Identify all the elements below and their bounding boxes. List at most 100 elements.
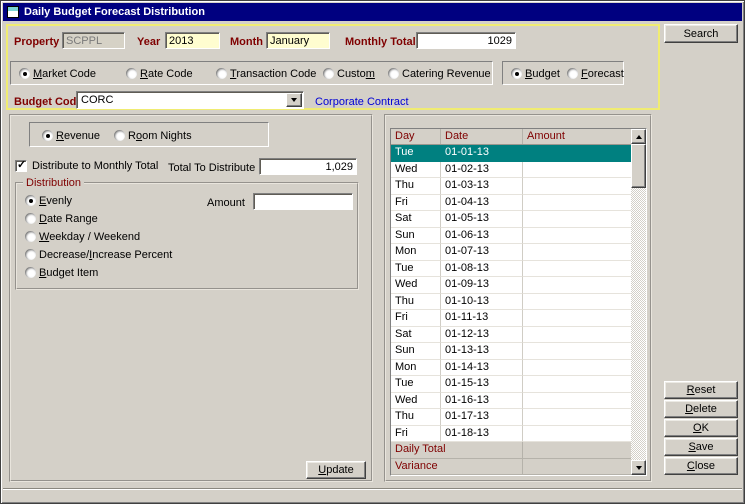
table-row[interactable]: Thu 01-17-13 bbox=[391, 409, 631, 426]
table-row[interactable]: Wed 01-16-13 bbox=[391, 393, 631, 410]
cell-amount[interactable] bbox=[523, 409, 631, 426]
cell-amount[interactable] bbox=[523, 228, 631, 245]
radio-dot-icon bbox=[511, 68, 522, 79]
table-row[interactable]: Thu 01-10-13 bbox=[391, 294, 631, 311]
radio-label: Revenue bbox=[56, 130, 100, 142]
radio-dot-icon bbox=[567, 68, 578, 79]
distribution-method-group: Distribution Evenly Date Range Weekday /… bbox=[15, 182, 359, 290]
property-label: Property bbox=[14, 36, 59, 49]
save-button[interactable]: Save bbox=[664, 438, 738, 456]
radio-rate-code[interactable]: Rate Code bbox=[126, 67, 193, 80]
table-row[interactable]: Mon 01-07-13 bbox=[391, 244, 631, 261]
radio-catering-revenue[interactable]: Catering Revenue bbox=[388, 67, 491, 80]
radio-weekday-weekend[interactable]: Weekday / Weekend bbox=[25, 230, 140, 243]
radio-dot-icon bbox=[42, 130, 53, 141]
radio-date-range[interactable]: Date Range bbox=[25, 212, 98, 225]
total-to-distribute-field[interactable]: 1,029 bbox=[259, 158, 357, 175]
cell-amount[interactable] bbox=[523, 327, 631, 344]
table-scrollbar[interactable] bbox=[631, 129, 646, 475]
table-row[interactable]: Fri 01-18-13 bbox=[391, 426, 631, 443]
cell-amount[interactable] bbox=[523, 310, 631, 327]
cell-date: 01-17-13 bbox=[441, 409, 523, 426]
table-row[interactable]: Sun 01-06-13 bbox=[391, 228, 631, 245]
table-row[interactable]: Mon 01-14-13 bbox=[391, 360, 631, 377]
cell-amount[interactable] bbox=[523, 178, 631, 195]
budget-code-combo[interactable]: CORC bbox=[76, 91, 304, 109]
cell-amount[interactable] bbox=[523, 162, 631, 179]
cell-amount[interactable] bbox=[523, 426, 631, 443]
monthly-total-field[interactable]: 1029 bbox=[416, 32, 516, 49]
radio-decrease-increase-percent[interactable]: Decrease/Increase Percent bbox=[25, 248, 172, 261]
table-row[interactable]: Sat 01-12-13 bbox=[391, 327, 631, 344]
amount-field[interactable] bbox=[253, 193, 353, 210]
cell-date: 01-06-13 bbox=[441, 228, 523, 245]
radio-custom[interactable]: Custom bbox=[323, 67, 375, 80]
delete-button[interactable]: Delete bbox=[664, 400, 738, 418]
table-row[interactable]: Fri 01-04-13 bbox=[391, 195, 631, 212]
cell-amount[interactable] bbox=[523, 393, 631, 410]
cell-date: 01-12-13 bbox=[441, 327, 523, 344]
reset-button[interactable]: Reset bbox=[664, 381, 738, 399]
radio-dot-icon bbox=[19, 68, 30, 79]
cell-amount[interactable] bbox=[523, 244, 631, 261]
cell-amount[interactable] bbox=[523, 261, 631, 278]
scrollbar-thumb[interactable] bbox=[631, 144, 646, 188]
table-row[interactable]: Sun 01-13-13 bbox=[391, 343, 631, 360]
radio-dot-icon bbox=[126, 68, 137, 79]
radio-dot-icon bbox=[25, 267, 36, 278]
scroll-down-button[interactable] bbox=[631, 460, 646, 475]
title-bar[interactable]: Daily Budget Forecast Distribution bbox=[3, 3, 742, 21]
radio-dot-icon bbox=[25, 213, 36, 224]
scroll-up-button[interactable] bbox=[631, 129, 646, 144]
cell-amount[interactable] bbox=[523, 294, 631, 311]
value-type-radio-group: Revenue Room Nights bbox=[29, 122, 269, 147]
cell-day: Tue bbox=[391, 376, 441, 393]
cell-day: Thu bbox=[391, 178, 441, 195]
table-row[interactable]: Fri 01-11-13 bbox=[391, 310, 631, 327]
table-header: Day Date Amount bbox=[391, 129, 631, 145]
total-to-distribute-label: Total To Distribute bbox=[168, 162, 255, 175]
cell-amount[interactable] bbox=[523, 343, 631, 360]
scroll-up-icon bbox=[636, 135, 642, 139]
table-row[interactable]: Wed 01-09-13 bbox=[391, 277, 631, 294]
daily-total-label: Daily Total bbox=[391, 442, 523, 459]
radio-forecast[interactable]: Forecast bbox=[567, 67, 624, 80]
radio-revenue[interactable]: Revenue bbox=[42, 129, 100, 142]
close-button[interactable]: Close bbox=[664, 457, 738, 475]
radio-evenly[interactable]: Evenly bbox=[25, 194, 72, 207]
ok-button[interactable]: OK bbox=[664, 419, 738, 437]
radio-transaction-code[interactable]: Transaction Code bbox=[216, 67, 316, 80]
cell-day: Sun bbox=[391, 343, 441, 360]
table-row[interactable]: Tue 01-08-13 bbox=[391, 261, 631, 278]
table-row[interactable]: Thu 01-03-13 bbox=[391, 178, 631, 195]
monthly-total-value: 1029 bbox=[488, 35, 512, 47]
variance-label: Variance bbox=[391, 459, 523, 476]
radio-budget[interactable]: Budget bbox=[511, 67, 560, 80]
cell-amount[interactable] bbox=[523, 195, 631, 212]
budget-code-dropdown-button[interactable] bbox=[286, 93, 302, 107]
radio-budget-item[interactable]: Budget Item bbox=[25, 266, 98, 279]
cell-amount[interactable] bbox=[523, 376, 631, 393]
radio-label: Budget bbox=[525, 68, 560, 80]
cell-amount[interactable] bbox=[523, 360, 631, 377]
table-row[interactable]: Tue 01-01-13 bbox=[391, 145, 631, 162]
table-row[interactable]: Tue 01-15-13 bbox=[391, 376, 631, 393]
window-icon bbox=[7, 6, 19, 18]
cell-amount[interactable] bbox=[523, 277, 631, 294]
radio-room-nights[interactable]: Room Nights bbox=[114, 129, 192, 142]
cell-amount[interactable] bbox=[523, 211, 631, 228]
update-button[interactable]: Update bbox=[306, 461, 366, 479]
table-row[interactable]: Wed 01-02-13 bbox=[391, 162, 631, 179]
month-label: Month bbox=[230, 36, 263, 49]
search-button[interactable]: Search bbox=[664, 24, 738, 43]
radio-dot-icon bbox=[25, 195, 36, 206]
budget-code-label: Budget Code bbox=[14, 96, 82, 109]
cell-amount[interactable] bbox=[523, 145, 631, 162]
variance-row: Variance bbox=[391, 459, 631, 476]
distribute-to-monthly-total-checkbox[interactable]: Distribute to Monthly Total bbox=[15, 159, 158, 172]
radio-label: Evenly bbox=[39, 195, 72, 207]
table-row[interactable]: Sat 01-05-13 bbox=[391, 211, 631, 228]
bottom-divider bbox=[3, 488, 742, 490]
radio-market-code[interactable]: Market Code bbox=[19, 67, 96, 80]
cell-date: 01-15-13 bbox=[441, 376, 523, 393]
